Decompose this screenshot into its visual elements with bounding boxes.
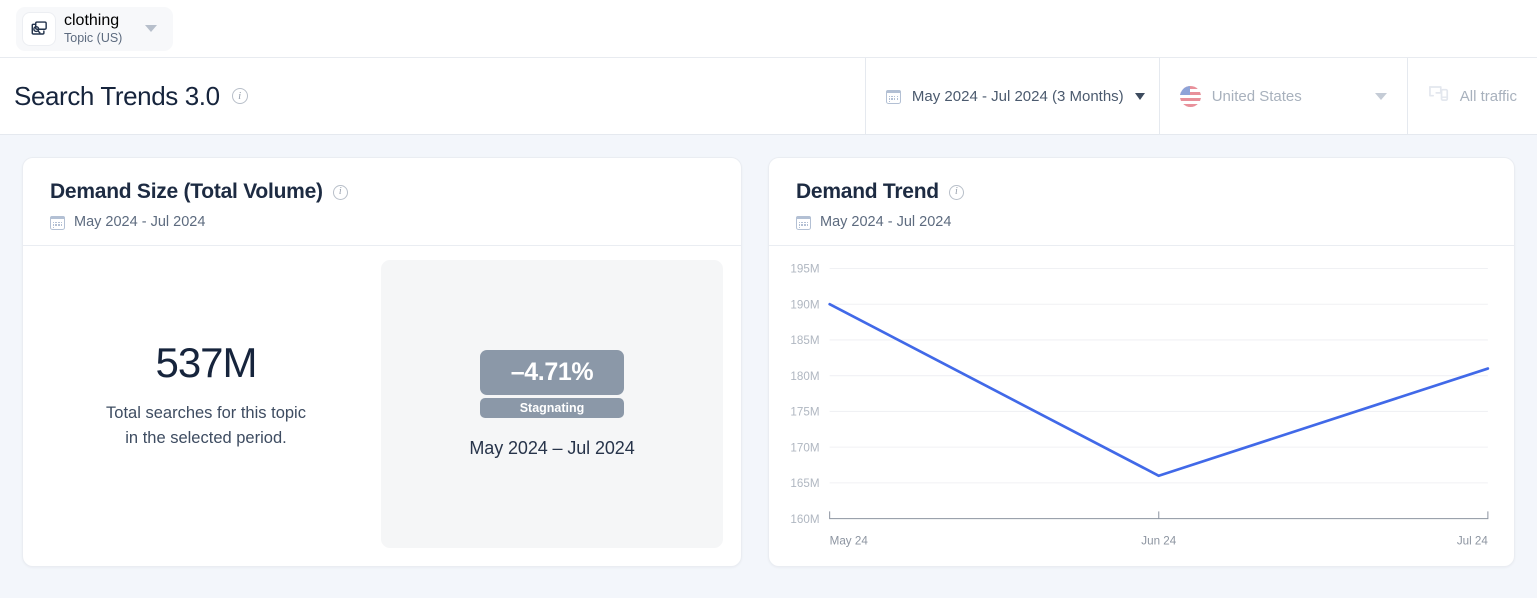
chevron-down-icon[interactable] xyxy=(1374,92,1387,100)
demand-change-panel: –4.71% Stagnating May 2024 – Jul 2024 xyxy=(381,260,723,548)
demand-size-period: May 2024 - Jul 2024 xyxy=(74,214,206,230)
dashboard-body: Demand Size (Total Volume) i May 2024 - … xyxy=(0,135,1537,567)
traffic-label: All traffic xyxy=(1459,87,1517,105)
change-percent-badge: –4.71% xyxy=(480,349,624,395)
date-range-filter[interactable]: May 2024 - Jul 2024 (3 Months) xyxy=(864,58,1159,134)
country-label: United States xyxy=(1211,87,1302,105)
calendar-icon xyxy=(885,89,901,104)
total-volume-caption: Total searches for this topic in the sel… xyxy=(106,401,306,451)
y-axis-tick-label: 165M xyxy=(790,477,819,490)
info-icon[interactable]: i xyxy=(948,184,964,200)
us-flag-icon xyxy=(1179,85,1201,107)
demand-size-title: Demand Size (Total Volume) xyxy=(50,180,323,203)
demand-size-header: Demand Size (Total Volume) i May 2024 - … xyxy=(23,158,741,245)
demand-trend-chart[interactable]: 195M 190M 185M 180M 175M 170M 165M 160M May 24 Ju… xyxy=(769,246,1514,566)
x-axis-tick-label: May 24 xyxy=(830,534,869,547)
x-axis-tick-label: Jul 24 xyxy=(1457,534,1488,547)
caption-line-2: in the selected period. xyxy=(125,429,287,447)
calendar-icon xyxy=(50,215,65,230)
info-icon[interactable]: i xyxy=(231,88,248,104)
y-axis-tick-label: 195M xyxy=(790,263,819,276)
chevron-down-icon[interactable] xyxy=(145,25,158,32)
y-axis-tick-label: 170M xyxy=(790,441,819,454)
caption-line-1: Total searches for this topic xyxy=(106,403,306,422)
country-filter[interactable]: United States xyxy=(1158,58,1407,134)
change-period-label: May 2024 – Jul 2024 xyxy=(469,437,635,458)
chevron-down-icon[interactable] xyxy=(1134,92,1145,100)
page-header: Search Trends 3.0 i May 2024 - Jul 2024 … xyxy=(0,58,1537,135)
traffic-filter[interactable]: All traffic xyxy=(1406,58,1537,134)
demand-trend-period: May 2024 - Jul 2024 xyxy=(820,214,952,230)
topic-selector-chip[interactable]: clothing Topic (US) xyxy=(16,6,174,51)
total-volume-value: 537M xyxy=(155,338,257,386)
demand-size-card: Demand Size (Total Volume) i May 2024 - … xyxy=(22,157,742,567)
calendar-icon xyxy=(796,215,811,230)
trend-line-chart[interactable]: 195M 190M 185M 180M 175M 170M 165M 160M May 24 Ju… xyxy=(777,254,1498,560)
date-range-label: May 2024 - Jul 2024 (3 Months) xyxy=(911,87,1124,105)
topic-chip-subtitle: Topic (US) xyxy=(64,31,123,45)
y-axis-tick-label: 175M xyxy=(790,405,819,418)
demand-trend-card: Demand Trend i May 2024 - Jul 2024 195M 1… xyxy=(768,157,1515,567)
y-axis-tick-label: 160M xyxy=(790,513,819,526)
page-title-group: Search Trends 3.0 i xyxy=(0,58,865,134)
x-axis-tick-label: Jun 24 xyxy=(1141,534,1176,547)
total-volume-metric: 537M Total searches for this topic in th… xyxy=(41,260,371,548)
devices-icon xyxy=(1428,84,1449,108)
topic-chip-title: clothing xyxy=(64,11,120,29)
topic-search-icon xyxy=(23,12,55,45)
demand-trend-title: Demand Trend xyxy=(796,180,939,203)
y-axis-tick-label: 180M xyxy=(790,370,819,383)
top-bar: clothing Topic (US) xyxy=(0,0,1537,58)
trend-line-series[interactable] xyxy=(828,302,1490,478)
demand-trend-header: Demand Trend i May 2024 - Jul 2024 xyxy=(769,158,1514,245)
demand-size-body: 537M Total searches for this topic in th… xyxy=(23,246,741,566)
y-axis-tick-label: 190M xyxy=(790,298,819,311)
info-icon[interactable]: i xyxy=(332,184,348,200)
status-badge: Stagnating xyxy=(480,397,624,418)
y-axis-tick-label: 185M xyxy=(790,334,819,347)
page-title: Search Trends 3.0 xyxy=(14,80,220,111)
